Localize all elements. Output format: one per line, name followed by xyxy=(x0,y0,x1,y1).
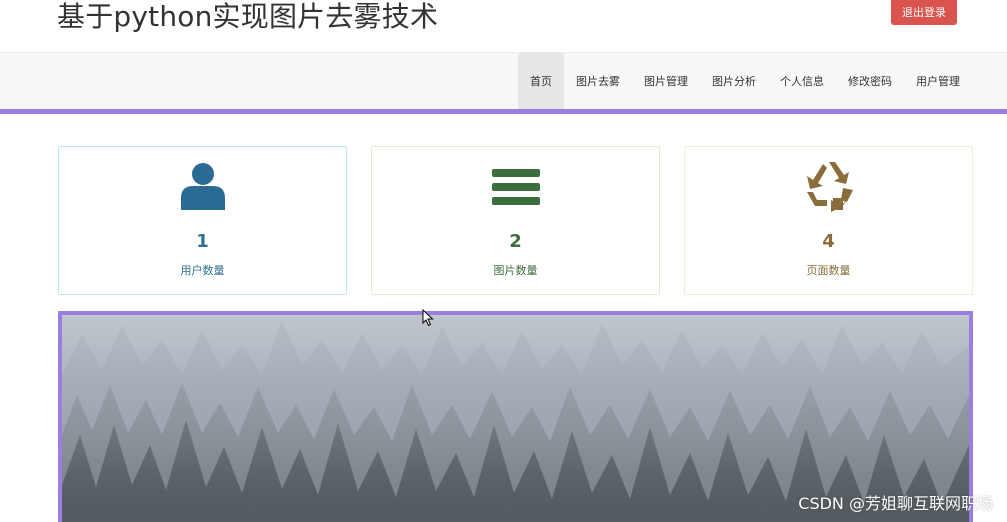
header: 基于python实现图片去雾技术 退出登录 xyxy=(0,0,1007,52)
mouse-cursor-icon xyxy=(422,308,434,331)
nav-item-user-management[interactable]: 用户管理 xyxy=(904,53,972,110)
stat-label: 图片数量 xyxy=(493,264,538,277)
nav-item-image-management[interactable]: 图片管理 xyxy=(632,53,700,110)
nav-menu: 首页 图片去雾 图片管理 图片分析 个人信息 修改密码 用户管理 xyxy=(518,53,972,110)
site-title: 基于python实现图片去雾技术 xyxy=(57,0,439,33)
nav-divider xyxy=(0,109,1007,114)
nav-item-profile[interactable]: 个人信息 xyxy=(768,53,836,110)
stat-card-pages: 4 页面数量 xyxy=(684,146,973,295)
user-icon xyxy=(59,161,346,213)
watermark: CSDN @芳姐聊互联网职场 xyxy=(798,494,993,513)
stat-value: 2 xyxy=(509,231,522,252)
navbar: 首页 图片去雾 图片管理 图片分析 个人信息 修改密码 用户管理 xyxy=(0,52,1007,110)
stat-value: 1 xyxy=(196,231,209,252)
stat-label: 用户数量 xyxy=(180,264,225,277)
nav-item-home[interactable]: 首页 xyxy=(518,53,564,110)
nav-item-change-password[interactable]: 修改密码 xyxy=(836,53,904,110)
stat-label: 页面数量 xyxy=(806,264,851,277)
list-icon xyxy=(372,161,659,213)
page: 基于python实现图片去雾技术 退出登录 首页 图片去雾 图片管理 图片分析 … xyxy=(0,0,1007,522)
recycle-icon xyxy=(685,161,972,213)
nav-item-dehaze[interactable]: 图片去雾 xyxy=(564,53,632,110)
stat-card-users: 1 用户数量 xyxy=(58,146,347,295)
logout-button[interactable]: 退出登录 xyxy=(891,0,957,25)
nav-item-image-analysis[interactable]: 图片分析 xyxy=(700,53,768,110)
stat-value: 4 xyxy=(822,231,835,252)
stat-card-images: 2 图片数量 xyxy=(371,146,660,295)
